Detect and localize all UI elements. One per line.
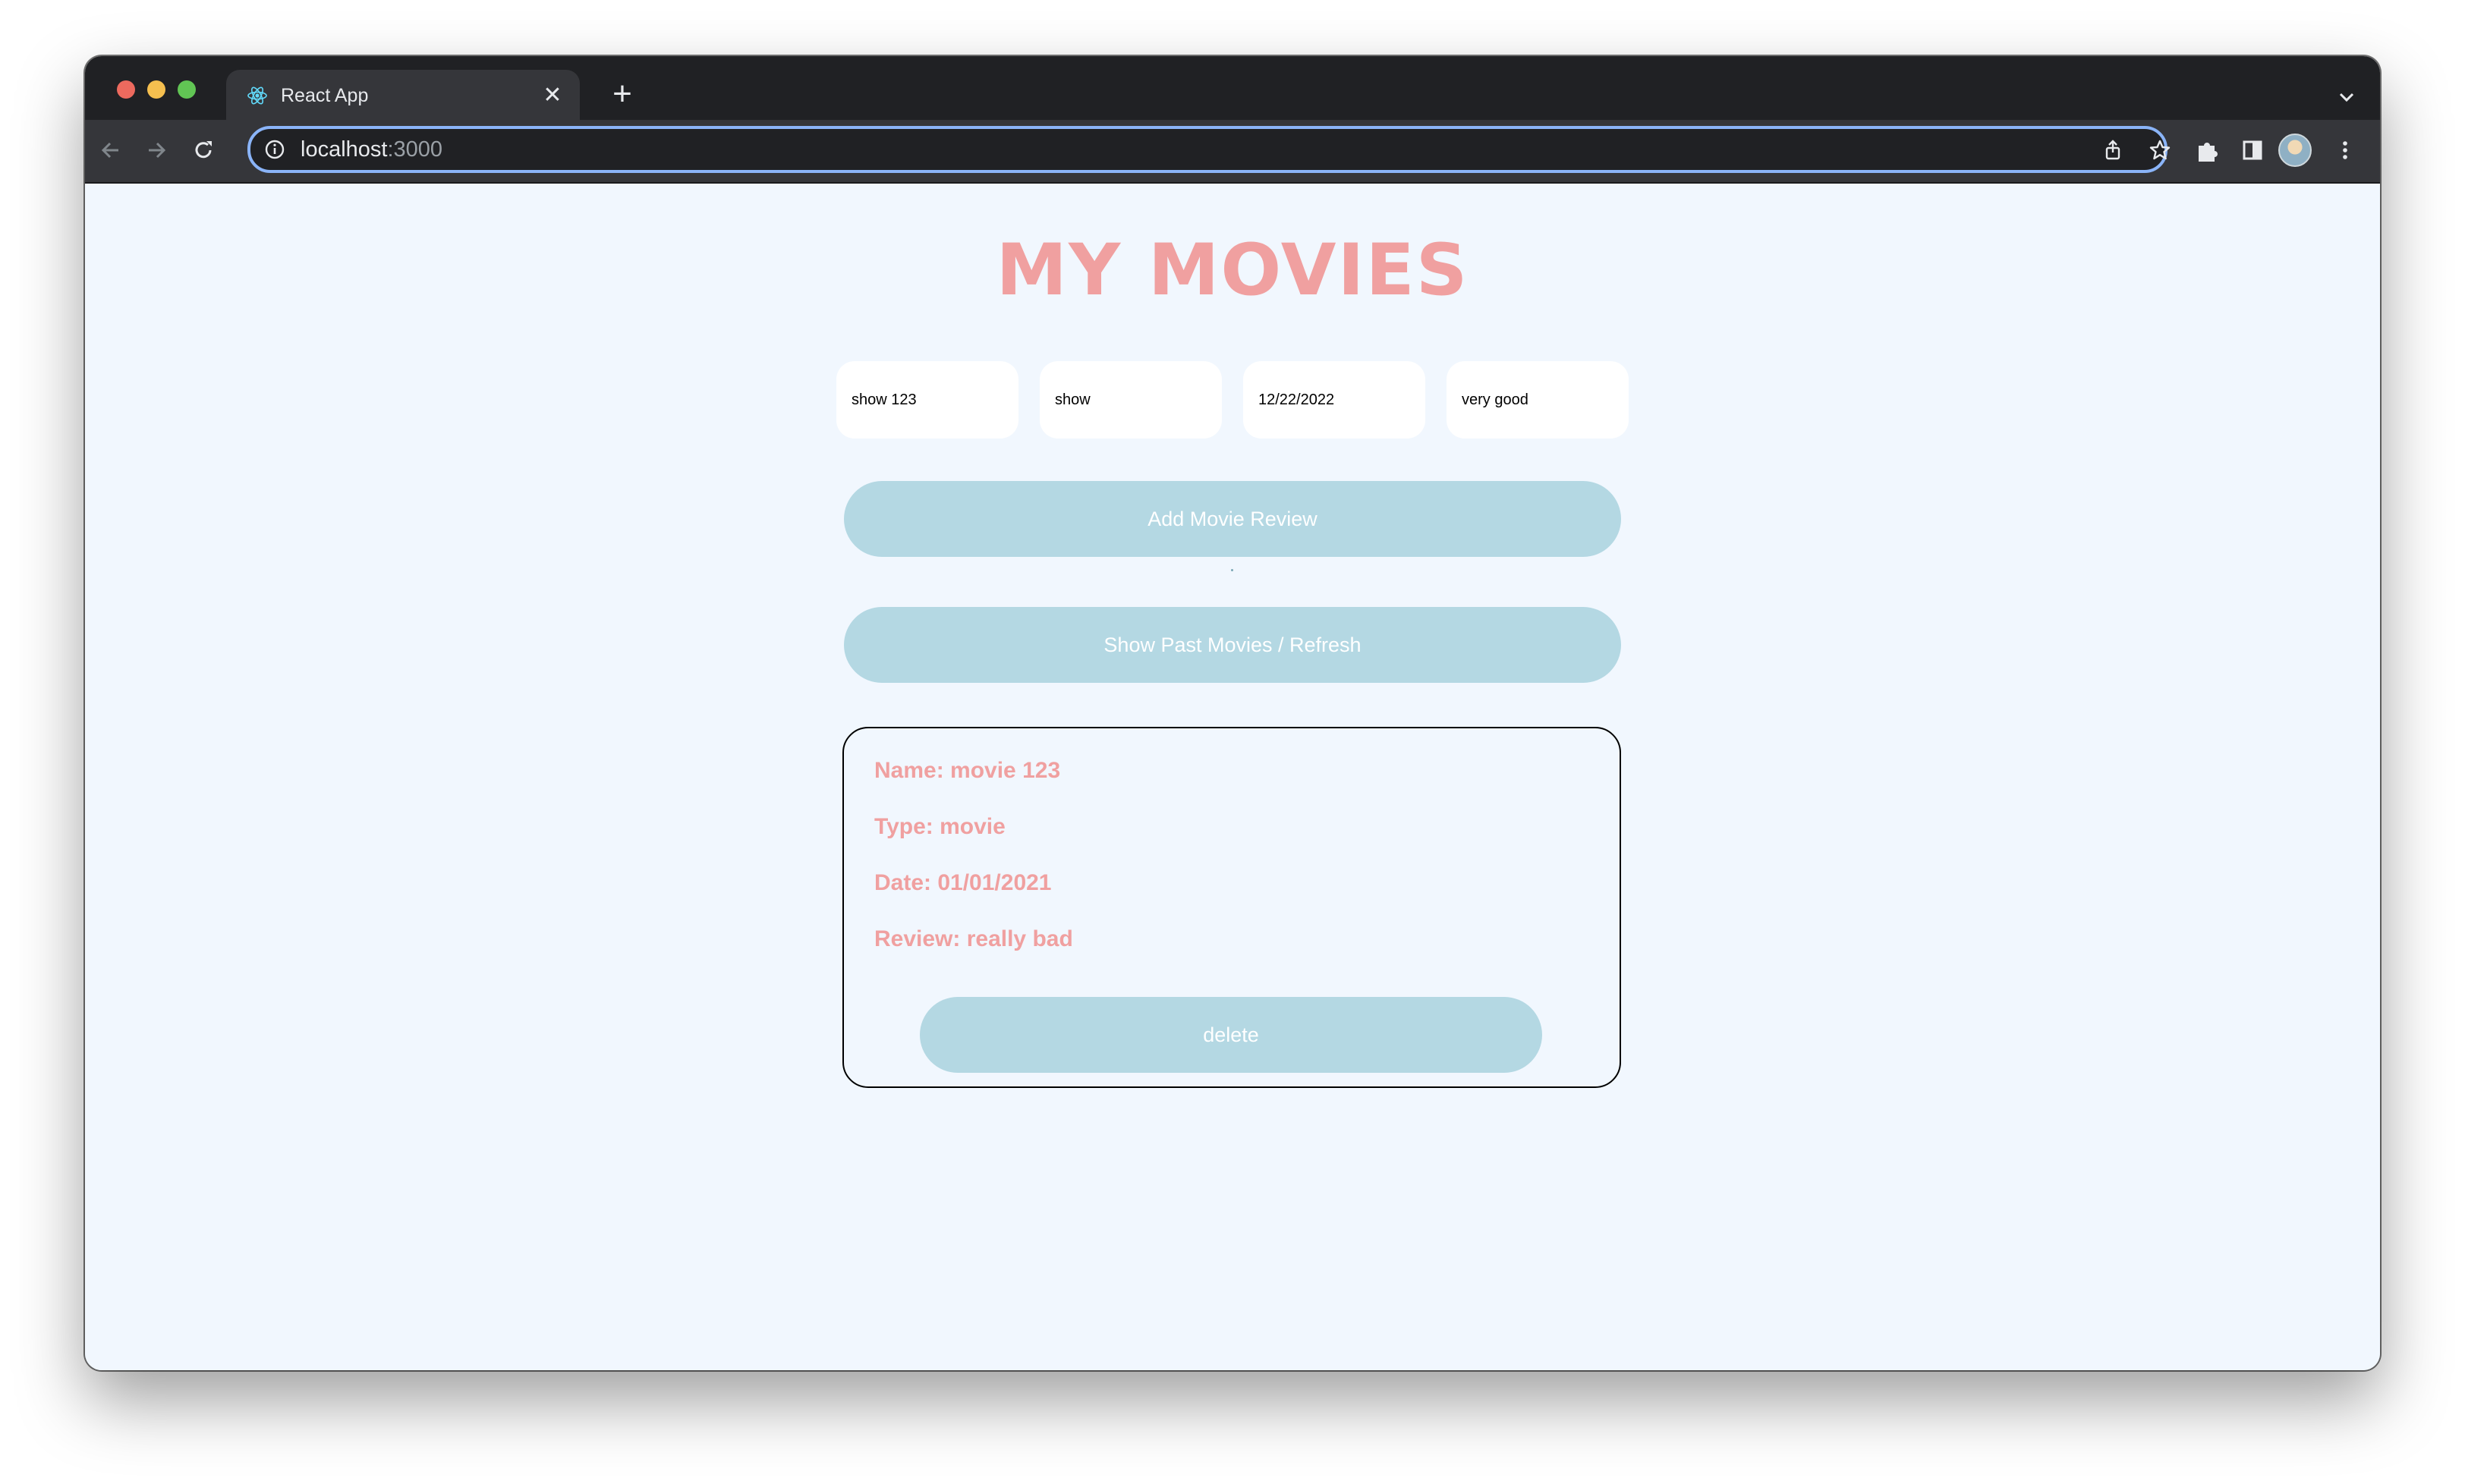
review-name: Name: movie 123 — [874, 758, 1061, 783]
close-window-button[interactable] — [117, 80, 135, 99]
url-port: :3000 — [387, 137, 443, 162]
movie-type-input[interactable] — [1040, 361, 1222, 439]
bookmark-star-icon[interactable] — [2148, 138, 2172, 162]
forward-arrow-icon[interactable] — [141, 135, 172, 165]
tab-search-chevron-icon[interactable] — [2333, 83, 2360, 111]
page-viewport: MY MOVIES Add Movie Review Show Past Mov… — [85, 184, 2380, 1370]
review-text: Review: really bad — [874, 926, 1073, 951]
divider-dot — [1231, 569, 1233, 571]
movie-date-input[interactable] — [1243, 361, 1425, 439]
side-panel-icon[interactable] — [2237, 135, 2268, 165]
react-logo-icon — [247, 86, 267, 105]
tab-title: React App — [281, 85, 369, 106]
maximize-window-button[interactable] — [178, 80, 196, 99]
browser-tab[interactable]: React App ✕ — [226, 70, 580, 120]
new-tab-icon[interactable]: + — [607, 77, 638, 111]
address-bar[interactable]: localhost:3000 — [247, 126, 2171, 173]
reload-icon[interactable] — [188, 135, 219, 165]
tab-strip: React App ✕ + — [85, 56, 2380, 120]
share-icon[interactable] — [2101, 138, 2125, 162]
show-past-movies-button[interactable]: Show Past Movies / Refresh — [844, 607, 1621, 683]
tab-close-icon[interactable]: ✕ — [540, 83, 565, 108]
browser-toolbar: localhost:3000 — [85, 120, 2380, 184]
url-text[interactable]: localhost:3000 — [301, 137, 442, 162]
movie-name-input[interactable] — [836, 361, 1018, 439]
profile-avatar[interactable] — [2278, 134, 2312, 167]
review-type: Type: movie — [874, 814, 1006, 839]
browser-window: React App ✕ + localhost:3000 MY MOVIES s… — [85, 56, 2380, 1370]
extensions-puzzle-icon[interactable] — [2192, 135, 2222, 165]
url-host: localhost — [301, 137, 388, 162]
delete-button[interactable]: delete — [920, 997, 1542, 1073]
movie-review-input[interactable] — [1447, 361, 1629, 439]
page-title: MY MOVIES — [996, 229, 1469, 312]
site-info-icon[interactable] — [264, 139, 285, 160]
minimize-window-button[interactable] — [147, 80, 165, 99]
back-arrow-icon[interactable] — [96, 135, 126, 165]
add-movie-review-button[interactable]: Add Movie Review — [844, 481, 1621, 557]
review-date: Date: 01/01/2021 — [874, 870, 1052, 895]
movie-review-card: Name: movie 123 Type: movie Date: 01/01/… — [842, 727, 1621, 1088]
kebab-menu-icon[interactable] — [2330, 135, 2360, 165]
